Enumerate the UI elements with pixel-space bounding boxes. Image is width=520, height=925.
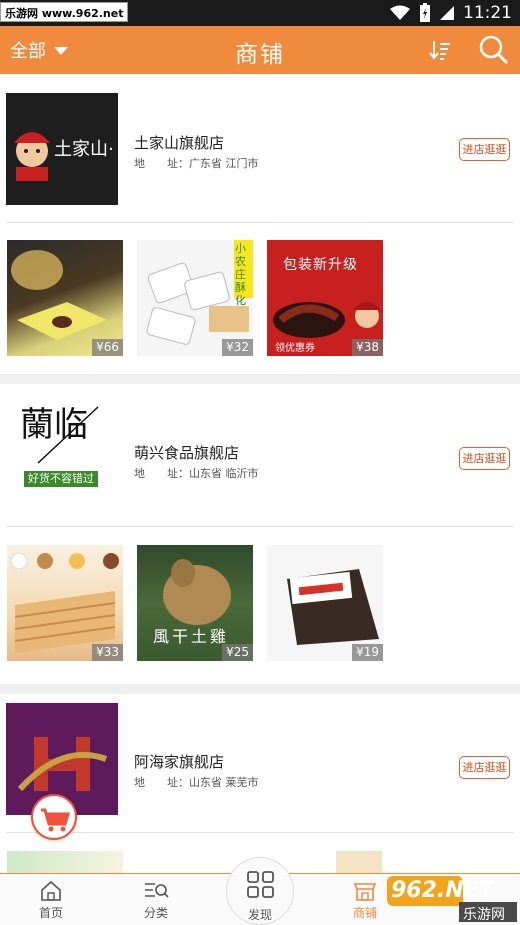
shop-address: 地 址：山东省 临沂市 bbox=[134, 465, 259, 481]
product-thumbnail[interactable] bbox=[336, 851, 382, 873]
address-value: 山东省 莱芜市 bbox=[189, 776, 259, 789]
product-thumbnail[interactable]: 小农庄酥化 ¥32 bbox=[137, 240, 253, 356]
shop-logo-text: 土家山· bbox=[54, 139, 114, 160]
product-thumbnail[interactable]: ¥33 bbox=[7, 545, 123, 661]
shop-name[interactable]: 萌兴食品旗舰店 bbox=[134, 442, 239, 463]
product-caption: 小农庄酥化 bbox=[235, 242, 246, 307]
product-caption: 風干土雞 bbox=[153, 627, 230, 646]
cart-icon bbox=[41, 808, 71, 832]
product-thumbnail[interactable]: 風干土雞 ¥25 bbox=[137, 545, 253, 661]
nav-label: 发现 bbox=[247, 908, 272, 922]
address-label: 地 址： bbox=[134, 467, 189, 480]
product-thumbnail[interactable] bbox=[7, 851, 123, 873]
address-value: 广东省 江门市 bbox=[189, 157, 259, 170]
watermark-subtext: 乐游网 bbox=[463, 907, 505, 923]
watermark-text: 962.NET bbox=[391, 878, 494, 903]
shop-name[interactable]: 土家山旗舰店 bbox=[134, 132, 224, 153]
section-gap bbox=[0, 684, 520, 694]
product-thumbnail[interactable]: 包装新升级 领优惠券 ¥38 bbox=[267, 240, 383, 356]
status-icons: 11:21 bbox=[389, 2, 512, 24]
product-price: ¥19 bbox=[352, 644, 383, 661]
watermark-top: 乐游网 www.962.net bbox=[0, 2, 129, 22]
divider bbox=[6, 526, 514, 527]
shop-logo[interactable]: 蘭临 好货不容错过 bbox=[6, 393, 118, 505]
nav-label: 分类 bbox=[143, 906, 168, 920]
shop-logo[interactable]: 土家山· bbox=[6, 93, 118, 205]
shop-card: 蘭临 好货不容错过 萌兴食品旗舰店 地 址：山东省 临沂市 进店逛逛 ¥33 風… bbox=[0, 384, 520, 684]
shop-logo-art bbox=[37, 406, 99, 464]
shop-address: 地 址：广东省 江门市 bbox=[134, 155, 259, 171]
divider bbox=[6, 222, 514, 223]
address-value: 山东省 临沂市 bbox=[189, 467, 259, 480]
enter-shop-button[interactable]: 进店逛逛 bbox=[459, 447, 510, 470]
status-time: 11:21 bbox=[463, 3, 512, 23]
shop-name[interactable]: 阿海家旗舰店 bbox=[134, 751, 224, 772]
product-row: ¥66 小农庄酥化 ¥32 包装新升级 领优惠券 ¥38 bbox=[0, 240, 520, 360]
product-row: ¥33 風干土雞 ¥25 ¥19 bbox=[0, 545, 520, 665]
home-icon bbox=[41, 880, 61, 901]
product-price: ¥66 bbox=[92, 339, 123, 356]
watermark-bottom: 962.NET 乐游网 bbox=[385, 874, 520, 924]
search-icon[interactable] bbox=[478, 34, 510, 66]
product-thumbnail[interactable]: ¥66 bbox=[7, 240, 123, 356]
signal-icon bbox=[440, 6, 454, 20]
app-header: 全部 商铺 bbox=[0, 26, 520, 74]
shop-logo-slogan: 好货不容错过 bbox=[24, 471, 98, 487]
address-label: 地 址： bbox=[134, 776, 189, 789]
battery-icon bbox=[420, 3, 430, 22]
floating-cart-button[interactable] bbox=[31, 794, 77, 840]
nav-item-category[interactable]: 分类 bbox=[116, 880, 196, 921]
shop-address: 地 址：山东省 莱芜市 bbox=[134, 774, 259, 790]
product-price: ¥38 bbox=[352, 339, 383, 356]
product-price: ¥32 bbox=[222, 339, 253, 356]
section-gap bbox=[0, 374, 520, 384]
product-caption: 领优惠券 bbox=[275, 343, 315, 354]
wifi-icon bbox=[390, 5, 410, 20]
category-icon bbox=[145, 883, 169, 898]
product-price: ¥25 bbox=[222, 644, 253, 661]
product-price: ¥33 bbox=[92, 644, 123, 661]
enter-shop-button[interactable]: 进店逛逛 bbox=[459, 138, 510, 161]
divider bbox=[6, 832, 514, 833]
product-thumbnail[interactable]: ¥19 bbox=[267, 545, 383, 661]
address-label: 地 址： bbox=[134, 157, 189, 170]
shop-card: 土家山· 土家山旗舰店 地 址：广东省 江门市 进店逛逛 ¥66 小农庄酥化 ¥… bbox=[0, 74, 520, 374]
enter-shop-button[interactable]: 进店逛逛 bbox=[459, 756, 510, 779]
nav-item-home[interactable]: 首页 bbox=[11, 880, 91, 921]
status-bar: 乐游网 www.962.net 11:21 bbox=[0, 0, 520, 26]
shop-card: 阿海家旗舰店 地 址：山东省 莱芜市 进店逛逛 bbox=[0, 694, 520, 884]
grid-icon bbox=[247, 871, 274, 898]
product-caption: 包装新升级 bbox=[283, 257, 358, 273]
shop-icon bbox=[353, 883, 377, 901]
nav-label: 首页 bbox=[38, 906, 63, 920]
sort-icon[interactable] bbox=[428, 38, 452, 62]
